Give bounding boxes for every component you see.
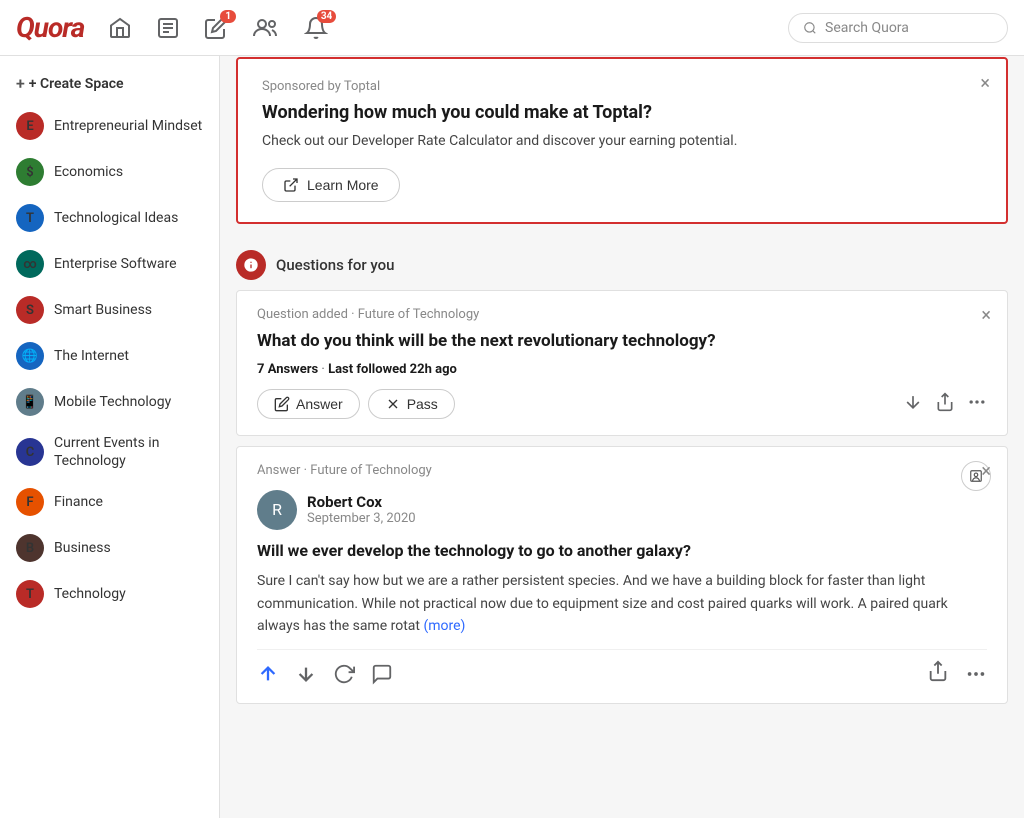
sidebar-item-mobile-technology[interactable]: 📱 Mobile Technology <box>0 379 219 425</box>
sidebar-item-economics[interactable]: $ Economics <box>0 149 219 195</box>
plus-icon: + <box>16 74 25 93</box>
ad-card: Sponsored by Toptal Wondering how much y… <box>236 57 1008 224</box>
sidebar-item-label: Business <box>54 539 111 557</box>
question-share-button[interactable] <box>935 392 955 416</box>
answer-actions <box>257 649 987 687</box>
sidebar-item-technology[interactable]: T Technology <box>0 571 219 617</box>
create-space-label: + Create Space <box>29 76 124 92</box>
home-nav-icon[interactable] <box>108 16 132 40</box>
author-avatar: R <box>257 490 297 530</box>
answer-meta: Answer · Future of Technology <box>257 463 987 478</box>
search-bar[interactable]: Search Quora <box>788 13 1008 43</box>
bell-nav-icon[interactable]: 34 <box>304 16 328 40</box>
avatar: B <box>16 534 44 562</box>
sidebar-item-label: Current Events in Technology <box>54 434 203 470</box>
question-card: Question added · Future of Technology Wh… <box>236 290 1008 436</box>
ad-title: Wondering how much you could make at Top… <box>262 102 982 123</box>
answer-body: Sure I can't say how but we are a rather… <box>257 570 987 637</box>
quora-logo: Quora <box>16 11 84 44</box>
question-title: What do you think will be the next revol… <box>257 330 987 354</box>
header: Quora 1 <box>0 0 1024 56</box>
question-meta: Question added · Future of Technology <box>257 307 987 322</box>
answer-icon <box>274 396 290 412</box>
answer-author: R Robert Cox September 3, 2020 <box>257 490 987 530</box>
edit-badge: 1 <box>220 10 236 23</box>
ad-close-button[interactable]: × <box>980 73 990 94</box>
sidebar-item-label: Entrepreneurial Mindset <box>54 117 202 135</box>
pass-icon <box>385 396 401 412</box>
question-downvote-button[interactable] <box>903 392 923 416</box>
question-right-actions <box>903 392 987 416</box>
learn-more-button[interactable]: Learn More <box>262 168 400 202</box>
avatar: E <box>16 112 44 140</box>
answer-close-button[interactable]: × <box>981 461 991 482</box>
sidebar-item-current-events-technology[interactable]: C Current Events in Technology <box>0 425 219 479</box>
answers-count: 7 Answers <box>257 362 318 377</box>
sidebar-item-finance[interactable]: F Finance <box>0 479 219 525</box>
answer-comment-button[interactable] <box>371 663 393 685</box>
answer-card: Answer · Future of Technology R Robert C… <box>236 446 1008 705</box>
sidebar-item-label: Technology <box>54 585 126 603</box>
answer-label: Answer <box>296 396 343 412</box>
sidebar-item-enterprise-software[interactable]: ∞ Enterprise Software <box>0 241 219 287</box>
sidebar-item-label: Technological Ideas <box>54 209 178 227</box>
avatar: F <box>16 488 44 516</box>
question-actions: Answer Pass <box>257 389 987 419</box>
questions-for-you-header: Questions for you <box>236 236 1008 290</box>
learn-more-label: Learn More <box>307 177 379 193</box>
sidebar-item-technological-ideas[interactable]: T Technological Ideas <box>0 195 219 241</box>
author-info: Robert Cox September 3, 2020 <box>307 493 416 526</box>
author-date: September 3, 2020 <box>307 511 416 526</box>
question-stats: 7 Answers · Last followed 22h ago <box>257 362 987 377</box>
last-followed: Last followed 22h ago <box>328 362 457 377</box>
avatar: 📱 <box>16 388 44 416</box>
answer-button[interactable]: Answer <box>257 389 360 419</box>
avatar: T <box>16 204 44 232</box>
avatar: T <box>16 580 44 608</box>
answer-downvote-button[interactable] <box>295 663 317 685</box>
sidebar-item-label: Mobile Technology <box>54 393 171 411</box>
author-name: Robert Cox <box>307 493 416 511</box>
sidebar-item-the-internet[interactable]: 🌐 The Internet <box>0 333 219 379</box>
external-link-icon <box>283 177 299 193</box>
search-placeholder: Search Quora <box>825 20 909 36</box>
sidebar-item-label: Finance <box>54 493 103 511</box>
sidebar-item-label: Economics <box>54 163 123 181</box>
questions-icon <box>236 250 266 280</box>
sidebar-item-label: Smart Business <box>54 301 152 319</box>
pass-label: Pass <box>407 396 438 412</box>
main-content: 2 Sponsored by T <box>220 0 1024 754</box>
sidebar-item-label: Enterprise Software <box>54 255 177 273</box>
avatar: C <box>16 438 44 466</box>
question-close-button[interactable]: × <box>981 305 991 326</box>
ad-description: Check out our Developer Rate Calculator … <box>262 131 982 152</box>
bell-badge: 34 <box>317 10 336 23</box>
answer-share-button[interactable] <box>927 660 949 687</box>
sidebar-item-smart-business[interactable]: S Smart Business <box>0 287 219 333</box>
people-nav-icon[interactable] <box>252 16 280 40</box>
create-space-button[interactable]: + + Create Space <box>0 64 219 103</box>
avatar: 🌐 <box>16 342 44 370</box>
answer-title: Will we ever develop the technology to g… <box>257 540 987 562</box>
avatar: ∞ <box>16 250 44 278</box>
list-nav-icon[interactable] <box>156 16 180 40</box>
questions-header-label: Questions for you <box>276 256 394 274</box>
edit-nav-icon[interactable]: 1 <box>204 16 228 40</box>
sidebar-item-business[interactable]: B Business <box>0 525 219 571</box>
search-icon <box>803 21 817 35</box>
answer-more-link[interactable]: (more) <box>423 618 465 634</box>
pass-button[interactable]: Pass <box>368 389 455 419</box>
sidebar-item-entrepreneurial-mindset[interactable]: E Entrepreneurial Mindset <box>0 103 219 149</box>
header-nav: 1 34 <box>108 16 788 40</box>
sidebar: + + Create Space E Entrepreneurial Minds… <box>0 56 220 818</box>
answer-upvote-button[interactable] <box>257 663 279 685</box>
avatar: S <box>16 296 44 324</box>
ad-sponsor: Sponsored by Toptal <box>262 79 982 94</box>
answer-more-button[interactable] <box>965 663 987 685</box>
avatar: $ <box>16 158 44 186</box>
question-more-button[interactable] <box>967 392 987 416</box>
answer-refresh-button[interactable] <box>333 663 355 685</box>
sidebar-item-label: The Internet <box>54 347 129 365</box>
